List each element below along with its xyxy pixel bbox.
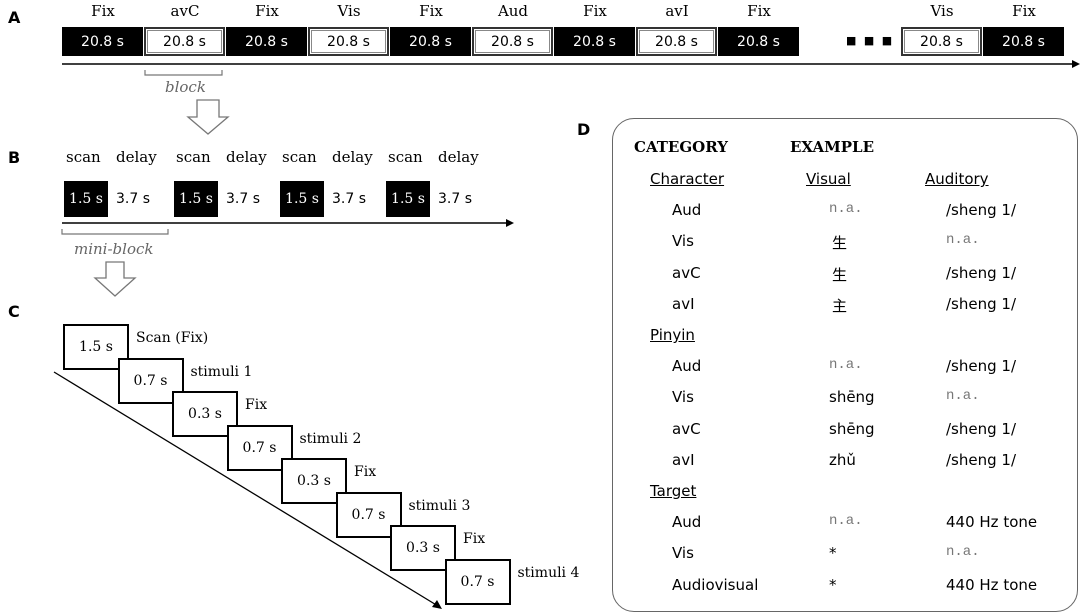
scan-label: scan <box>388 148 423 166</box>
row-auditory-example: /sheng 1/ <box>946 294 1016 313</box>
block-fix-label: Fix <box>255 2 279 20</box>
row-visual-example: 生 <box>832 234 848 253</box>
row-condition: Vis <box>672 388 694 407</box>
row-condition: Aud <box>672 201 702 220</box>
delay-label: delay <box>438 148 479 166</box>
panel-d-letter: D <box>577 120 591 139</box>
trial-frame-label: stimuli 3 <box>408 497 471 514</box>
group-target: Target <box>650 482 697 500</box>
row-auditory-example: /sheng 1/ <box>946 419 1016 438</box>
scan-label: scan <box>66 148 101 166</box>
block-fix-label: Fix <box>419 2 443 20</box>
block-fix-duration: 20.8 s <box>62 27 143 56</box>
row-visual-example: n.a. <box>829 513 863 530</box>
block-fix-duration: 20.8 s <box>718 27 799 56</box>
delay-label: delay <box>226 148 267 166</box>
row-auditory-example: /sheng 1/ <box>946 357 1016 376</box>
block-fix-duration: 20.8 s <box>390 27 471 56</box>
row-condition: Aud <box>672 513 702 532</box>
block-avc-label: avC <box>170 2 200 20</box>
row-visual-example: shēng <box>829 388 875 407</box>
delay-duration: 3.7 s <box>116 191 151 207</box>
trial-frame-label: stimuli 2 <box>299 430 362 447</box>
row-visual-example: * <box>829 575 837 594</box>
row-visual-example: 生 <box>832 265 848 284</box>
row-condition: avC <box>672 419 701 438</box>
block-aud-duration: 20.8 s <box>472 27 553 56</box>
trial-frame-label: Scan (Fix) <box>136 330 209 346</box>
column-visual: Visual <box>806 170 851 188</box>
group-character: Character <box>650 170 725 188</box>
row-condition: Aud <box>672 357 702 376</box>
row-condition: Vis <box>672 232 694 251</box>
block-fix-duration: 20.8 s <box>554 27 635 56</box>
scan-label: scan <box>176 148 211 166</box>
row-visual-example: zhǔ <box>829 450 856 469</box>
row-condition: avI <box>672 294 695 313</box>
row-visual-example: n.a. <box>829 357 863 374</box>
header-category: CATEGORY <box>634 138 728 156</box>
row-auditory-example: n.a. <box>946 544 980 561</box>
block-vis-label: Vis <box>930 2 954 20</box>
row-condition: avI <box>672 450 695 469</box>
row-auditory-example: n.a. <box>946 388 980 405</box>
scan-duration-box: 1.5 s <box>174 181 218 217</box>
block-fix-label: Fix <box>91 2 115 20</box>
trial-frame-label: stimuli 4 <box>517 564 580 581</box>
block-vis-label: Vis <box>337 2 361 20</box>
row-visual-example: * <box>829 544 837 563</box>
column-auditory: Auditory <box>925 170 989 188</box>
row-auditory-example: 440 Hz tone <box>946 575 1038 594</box>
group-pinyin: Pinyin <box>650 326 695 344</box>
delay-label: delay <box>116 148 157 166</box>
trial-frame-8: 0.7 s <box>444 558 511 605</box>
delay-duration: 3.7 s <box>438 191 473 207</box>
delay-label: delay <box>332 148 373 166</box>
scan-duration-box: 1.5 s <box>64 181 108 217</box>
block-avc-duration: 20.8 s <box>144 27 225 56</box>
row-auditory-example: /sheng 1/ <box>946 450 1016 469</box>
block-fix-duration: 20.8 s <box>983 27 1064 56</box>
row-visual-example: 主 <box>832 296 848 315</box>
block-avi-label: avI <box>665 2 689 20</box>
delay-duration: 3.7 s <box>332 191 367 207</box>
row-condition: avC <box>672 263 701 282</box>
block-fix-label: Fix <box>747 2 771 20</box>
block-fix-label: Fix <box>583 2 607 20</box>
row-visual-example: shēng <box>829 419 875 438</box>
block-fix-label: Fix <box>1012 2 1036 20</box>
block-aud-label: Aud <box>497 2 529 20</box>
block-fix-duration: 20.8 s <box>226 27 307 56</box>
scan-duration-box: 1.5 s <box>386 181 430 217</box>
row-auditory-example: /sheng 1/ <box>946 201 1016 220</box>
trial-frame-label: Fix <box>463 531 486 547</box>
trial-frame-label: Fix <box>245 397 268 413</box>
trial-frame-label: stimuli 1 <box>190 363 253 380</box>
row-condition: Vis <box>672 544 694 563</box>
panel-c-axis-arrowhead-icon <box>432 600 442 609</box>
scan-label: scan <box>282 148 317 166</box>
row-auditory-example: 440 Hz tone <box>946 513 1038 532</box>
scan-duration-box: 1.5 s <box>280 181 324 217</box>
row-condition: Audiovisual <box>672 575 759 594</box>
block-avi-duration: 20.8 s <box>636 27 717 56</box>
row-auditory-example: /sheng 1/ <box>946 263 1016 282</box>
block-vis-duration: 20.8 s <box>308 27 389 56</box>
block-vis-duration: 20.8 s <box>901 27 982 56</box>
row-visual-example: n.a. <box>829 201 863 218</box>
header-example: EXAMPLE <box>790 138 875 156</box>
trial-frame-label: Fix <box>354 464 377 480</box>
row-auditory-example: n.a. <box>946 232 980 249</box>
delay-duration: 3.7 s <box>226 191 261 207</box>
